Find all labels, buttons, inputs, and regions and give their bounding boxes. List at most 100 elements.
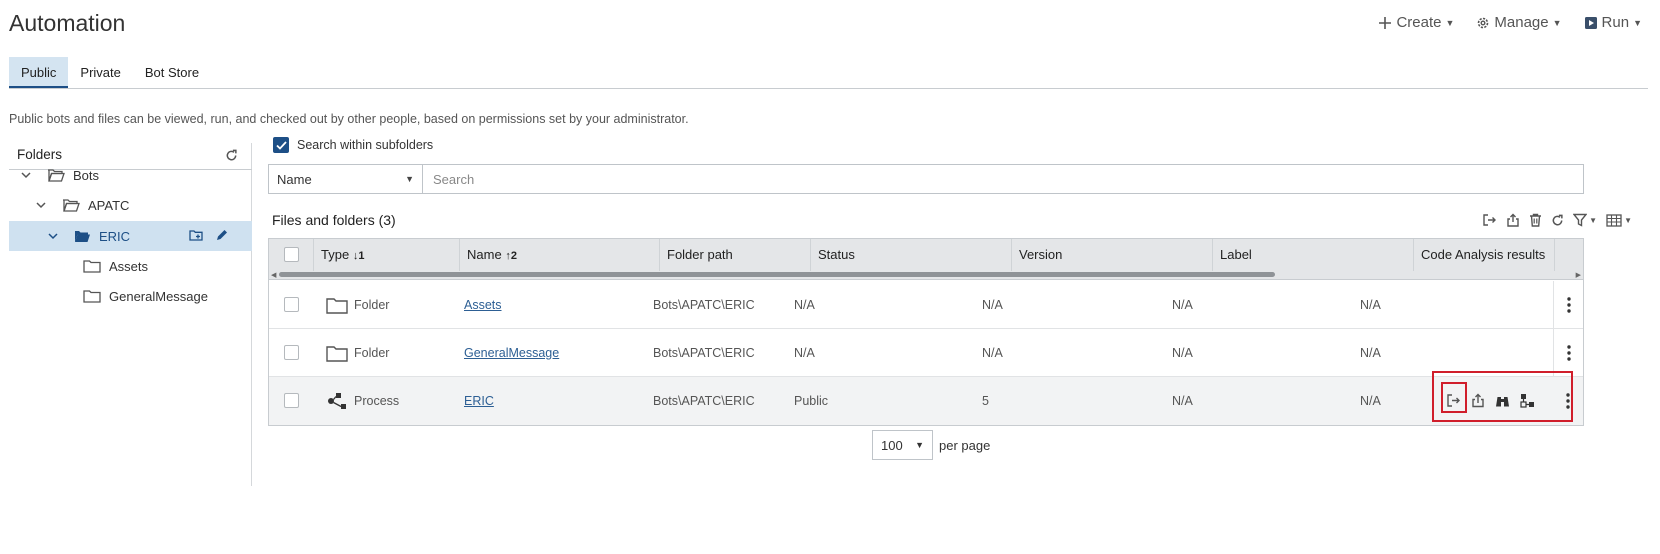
status-cell: N/A [794,298,815,312]
search-field-select[interactable]: Name ▼ [269,165,423,193]
tree-item-bots[interactable]: Bots [9,160,252,190]
column-folder-path[interactable]: Folder path [660,239,811,271]
tab-bar: Public Private Bot Store [9,57,1648,89]
chevron-down-icon[interactable] [47,230,59,242]
version-cell: N/A [982,346,1003,360]
type-cell: Folder [354,298,390,312]
folder-pane: Folders Bots APATC ERIC Assets GeneralMe… [9,143,252,486]
name-link[interactable]: GeneralMessage [464,329,559,377]
tree-item-label: APATC [88,197,130,213]
search-field-value: Name [277,171,312,187]
more-actions-icon[interactable] [1553,281,1583,329]
folder-path-cell: Bots\APATC\ERIC [653,394,755,408]
folder-open-icon [73,229,91,244]
chevron-down-icon: ▼ [405,174,414,184]
horizontal-scrollbar[interactable] [279,272,1275,277]
folder-icon [83,289,101,304]
tab-bot-store[interactable]: Bot Store [133,57,211,88]
column-name[interactable]: Name ↑2 [460,239,660,271]
checkout-icon[interactable] [1482,213,1497,227]
delete-icon[interactable] [1529,213,1542,227]
chevron-down-icon: ▼ [1552,17,1562,28]
search-subfolders-toggle[interactable]: Search within subfolders [273,137,433,153]
column-version[interactable]: Version [1012,239,1213,271]
table-row[interactable]: Folder GeneralMessage Bots\APATC\ERIC N/… [269,329,1583,377]
folder-icon [326,297,348,314]
edit-pencil-icon[interactable] [215,229,228,242]
tree-item-label: Bots [73,167,100,183]
tree-item-apatc[interactable]: APATC [9,190,252,220]
chevron-down-icon[interactable] [35,199,47,211]
name-link[interactable]: ERIC [464,377,494,425]
tree-item-label: ERIC [99,228,131,244]
row-checkbox[interactable] [284,393,299,408]
refresh-icon[interactable] [1551,214,1564,227]
checkbox-checked-icon[interactable] [273,137,289,153]
tab-private[interactable]: Private [68,57,132,88]
label-cell: N/A [1172,394,1193,408]
tree-item-generalmessage[interactable]: GeneralMessage [9,281,252,311]
search-bar: Name ▼ [268,164,1584,194]
page-size-select[interactable]: 100 ▼ [872,430,933,460]
row-checkbox[interactable] [284,345,299,360]
run-menu-button[interactable]: Run ▼ [1584,14,1642,31]
name-link[interactable]: Assets [464,281,502,329]
page-title: Automation [9,10,126,36]
chevron-down-icon[interactable] [20,169,32,181]
status-cell: Public [794,394,829,408]
tree-item-label: GeneralMessage [109,288,208,304]
run-label: Run [1601,14,1630,31]
new-folder-icon[interactable] [189,229,203,242]
plus-icon [1378,16,1392,30]
manage-menu-button[interactable]: Manage ▼ [1476,14,1562,31]
header-select-cell [269,239,314,271]
column-code-analysis[interactable]: Code Analysis results [1414,239,1555,271]
column-label[interactable]: Label [1213,239,1414,271]
tab-public[interactable]: Public [9,57,69,88]
create-label: Create [1396,14,1442,31]
create-menu-button[interactable]: Create ▼ [1378,14,1454,31]
pagination: 100 ▼ per page [872,430,990,460]
table-row[interactable]: Folder Assets Bots\APATC\ERIC N/A N/A N/… [269,281,1583,329]
table-toolbar: ▼ ▼ [1482,213,1632,227]
table-header: Type ↓1 Name ↑2 Folder path Status Versi… [269,239,1583,280]
header-actions: Create ▼ Manage ▼ Run ▼ [1378,14,1642,31]
highlight-annotation-inner [1441,382,1467,413]
folder-path-cell: Bots\APATC\ERIC [653,298,755,312]
code-analysis-cell: N/A [1360,346,1381,360]
search-subfolders-label: Search within subfolders [297,138,434,152]
version-cell: 5 [982,394,989,408]
table-row[interactable]: Process ERIC Bots\APATC\ERIC Public 5 N/… [269,377,1583,425]
scroll-right-icon[interactable]: ▶ [1576,271,1581,279]
gear-icon [1476,16,1490,30]
chevron-down-icon: ▼ [915,440,924,450]
export-icon[interactable] [1506,213,1520,227]
chevron-down-icon: ▼ [1445,17,1455,28]
label-cell: N/A [1172,298,1193,312]
version-cell: N/A [982,298,1003,312]
row-checkbox[interactable] [284,297,299,312]
code-analysis-cell: N/A [1360,394,1381,408]
folder-open-icon [62,198,80,213]
column-type-label: Type [321,247,350,262]
folder-path-cell: Bots\APATC\ERIC [653,346,755,360]
column-type[interactable]: Type ↓1 [314,239,460,271]
filter-icon[interactable]: ▼ [1573,213,1597,227]
search-input[interactable] [423,165,1583,193]
scroll-left-icon[interactable]: ◀ [271,271,276,279]
tree-item-assets[interactable]: Assets [9,251,252,281]
folder-open-icon [47,168,65,183]
files-folders-title: Files and folders (3) [272,212,396,228]
play-icon [1584,16,1598,30]
process-icon [327,392,347,410]
label-cell: N/A [1172,346,1193,360]
select-all-checkbox[interactable] [284,247,299,262]
tree-item-eric[interactable]: ERIC [9,221,252,251]
column-name-label: Name [467,247,502,262]
column-status[interactable]: Status [811,239,1012,271]
page-size-value: 100 [881,437,903,453]
more-actions-icon[interactable] [1553,329,1583,377]
columns-grid-icon[interactable]: ▼ [1606,213,1632,227]
permissions-info: Public bots and files can be viewed, run… [9,112,689,126]
code-analysis-cell: N/A [1360,298,1381,312]
